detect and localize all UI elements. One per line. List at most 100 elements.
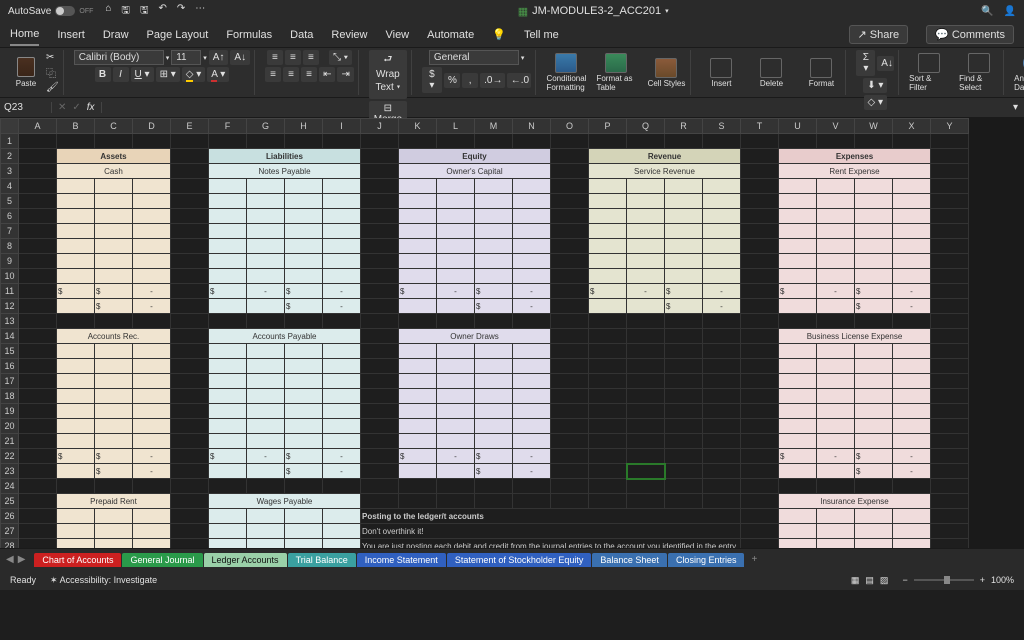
tab-view[interactable]: View — [385, 25, 409, 45]
cell[interactable] — [95, 479, 133, 494]
cell[interactable] — [855, 179, 893, 194]
cell[interactable]: - — [513, 464, 551, 479]
cell[interactable] — [57, 479, 95, 494]
cell[interactable] — [361, 374, 399, 389]
cell[interactable] — [475, 359, 513, 374]
cell[interactable] — [513, 194, 551, 209]
cell[interactable] — [133, 239, 171, 254]
cell[interactable] — [893, 524, 931, 539]
fx-icon[interactable]: fx — [87, 102, 95, 113]
cell[interactable] — [551, 344, 589, 359]
cell[interactable] — [437, 464, 475, 479]
cell[interactable] — [931, 464, 969, 479]
cell[interactable]: $ — [855, 449, 893, 464]
cell[interactable] — [437, 344, 475, 359]
cell-styles-button[interactable]: Cell Styles — [646, 58, 686, 88]
cell[interactable] — [627, 449, 665, 464]
cell[interactable] — [133, 479, 171, 494]
cell[interactable] — [475, 404, 513, 419]
cell[interactable] — [209, 539, 247, 549]
cell[interactable] — [551, 149, 589, 164]
cell[interactable]: Rent Expense — [779, 164, 931, 179]
cell[interactable] — [779, 314, 817, 329]
cell[interactable] — [741, 449, 779, 464]
cell[interactable]: Business License Expense — [779, 329, 931, 344]
cell[interactable]: - — [437, 284, 475, 299]
search-icon[interactable]: 🔍 — [981, 6, 993, 17]
cell[interactable] — [247, 314, 285, 329]
cell[interactable] — [551, 299, 589, 314]
cell[interactable] — [361, 329, 399, 344]
cell[interactable] — [893, 404, 931, 419]
autosave-switch-icon[interactable] — [55, 6, 75, 16]
cell[interactable] — [931, 479, 969, 494]
cell[interactable] — [247, 524, 285, 539]
cell[interactable] — [475, 254, 513, 269]
next-sheet-icon[interactable]: ▶ — [18, 554, 26, 565]
cell[interactable] — [627, 269, 665, 284]
paste-button[interactable]: Paste — [10, 53, 42, 93]
cell[interactable] — [171, 194, 209, 209]
cell[interactable] — [323, 209, 361, 224]
cell[interactable] — [19, 254, 57, 269]
prev-sheet-icon[interactable]: ◀ — [6, 554, 14, 565]
cell[interactable] — [627, 359, 665, 374]
cell[interactable] — [551, 314, 589, 329]
font-name-select[interactable] — [74, 50, 164, 65]
cell[interactable] — [931, 134, 969, 149]
cell[interactable] — [323, 254, 361, 269]
cell[interactable] — [817, 314, 855, 329]
cell[interactable] — [855, 224, 893, 239]
cell[interactable] — [551, 284, 589, 299]
cell[interactable] — [893, 194, 931, 209]
cell[interactable] — [741, 284, 779, 299]
cell[interactable] — [323, 239, 361, 254]
cell[interactable]: $ — [57, 449, 95, 464]
cell[interactable] — [19, 449, 57, 464]
cell[interactable] — [19, 389, 57, 404]
cell[interactable] — [589, 209, 627, 224]
cell[interactable]: - — [323, 464, 361, 479]
cell[interactable] — [817, 209, 855, 224]
cell[interactable] — [19, 299, 57, 314]
cell[interactable] — [475, 179, 513, 194]
cell[interactable] — [171, 224, 209, 239]
cell[interactable] — [133, 374, 171, 389]
cell[interactable] — [741, 494, 779, 509]
cell[interactable]: $ — [285, 449, 323, 464]
cell[interactable] — [437, 254, 475, 269]
cell[interactable] — [513, 389, 551, 404]
tab-page-layout[interactable]: Page Layout — [147, 25, 209, 45]
cell[interactable] — [855, 389, 893, 404]
cell[interactable] — [741, 539, 779, 549]
cell[interactable]: - — [893, 299, 931, 314]
increase-indent-button[interactable]: ⇥ — [337, 67, 353, 82]
cell[interactable] — [247, 359, 285, 374]
cell[interactable]: Don't overthink it! — [361, 524, 741, 539]
find-select-button[interactable]: Find & Select — [959, 53, 999, 92]
cell[interactable] — [589, 269, 627, 284]
cell[interactable] — [19, 344, 57, 359]
cell[interactable] — [931, 434, 969, 449]
cell[interactable] — [323, 134, 361, 149]
tell-me[interactable]: Tell me — [524, 25, 559, 45]
cell[interactable] — [361, 344, 399, 359]
zoom-in-button[interactable]: + — [980, 575, 985, 585]
cell[interactable] — [437, 374, 475, 389]
cell[interactable] — [551, 164, 589, 179]
cell[interactable] — [855, 314, 893, 329]
wrap-text-button[interactable]: ⮐ Wrap Text ▾ — [369, 50, 407, 99]
sort-az-icon[interactable]: A↓ — [877, 56, 894, 71]
cell[interactable] — [741, 479, 779, 494]
cell[interactable]: - — [323, 284, 361, 299]
fill-color-button[interactable]: ◇ ▾ — [182, 67, 206, 82]
cell[interactable]: $ — [665, 299, 703, 314]
align-right-button[interactable]: ≡ — [301, 67, 317, 82]
cell[interactable] — [551, 389, 589, 404]
cell[interactable] — [57, 389, 95, 404]
cell[interactable] — [665, 254, 703, 269]
cell[interactable] — [665, 464, 703, 479]
cell[interactable] — [57, 179, 95, 194]
cell[interactable] — [399, 344, 437, 359]
cell[interactable] — [893, 224, 931, 239]
